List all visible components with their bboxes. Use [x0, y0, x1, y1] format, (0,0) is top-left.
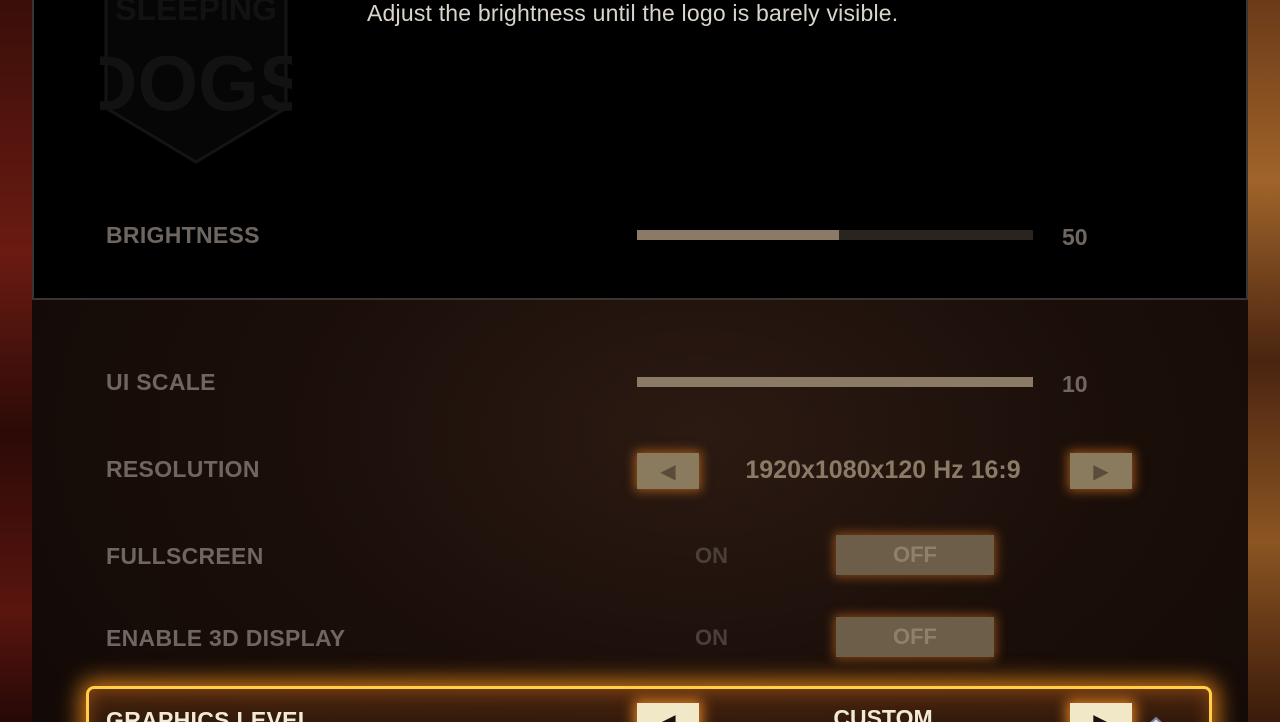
background-art-right	[1248, 0, 1280, 722]
ui-scale-value: 10	[1062, 371, 1088, 397]
graphics-level-value: CUSTOM	[833, 705, 933, 722]
ui-scale-slider[interactable]	[637, 377, 1033, 387]
resolution-left-arrow-button[interactable]: ◀	[637, 453, 699, 489]
fullscreen-on-option[interactable]: ON	[695, 543, 728, 569]
enable-3d-display-label: ENABLE 3D DISPLAY	[106, 625, 346, 651]
resolution-value: 1920x1080x120 Hz 16:9	[745, 456, 1021, 484]
game-screen: SLEEPING DOGS Adjust the brightness unti…	[0, 0, 1280, 722]
arrow-left-icon: ◀	[660, 710, 676, 722]
arrow-right-icon: ▶	[1093, 710, 1109, 722]
background-art-left	[0, 0, 32, 722]
brightness-value: 50	[1062, 224, 1088, 250]
controller-button-icon	[1150, 716, 1162, 722]
fullscreen-label: FULLSCREEN	[106, 543, 264, 569]
graphics-level-left-arrow-button[interactable]: ◀	[637, 703, 699, 722]
graphics-level-label: GRAPHICS LEVEL	[106, 707, 313, 722]
ui-scale-slider-fill	[637, 377, 1033, 387]
resolution-label: RESOLUTION	[106, 456, 260, 482]
arrow-right-icon: ▶	[1093, 460, 1109, 483]
ui-scale-label: UI SCALE	[106, 369, 216, 395]
enable-3d-off-option[interactable]: OFF	[836, 617, 994, 657]
calibration-instruction: Adjust the brightness until the logo is …	[367, 0, 899, 26]
brightness-label: BRIGHTNESS	[106, 222, 260, 248]
brightness-slider-fill	[637, 230, 839, 240]
resolution-right-arrow-button[interactable]: ▶	[1070, 453, 1132, 489]
graphics-level-right-arrow-button[interactable]: ▶	[1070, 703, 1132, 722]
brightness-slider[interactable]	[637, 230, 1033, 240]
fullscreen-off-option[interactable]: OFF	[836, 535, 994, 575]
arrow-left-icon: ◀	[660, 460, 676, 483]
logo-text-top: SLEEPING	[115, 0, 277, 27]
logo-text-bottom: DOGS	[100, 39, 292, 127]
sleeping-dogs-logo: SLEEPING DOGS	[100, 0, 292, 164]
enable-3d-on-option[interactable]: ON	[695, 625, 728, 651]
